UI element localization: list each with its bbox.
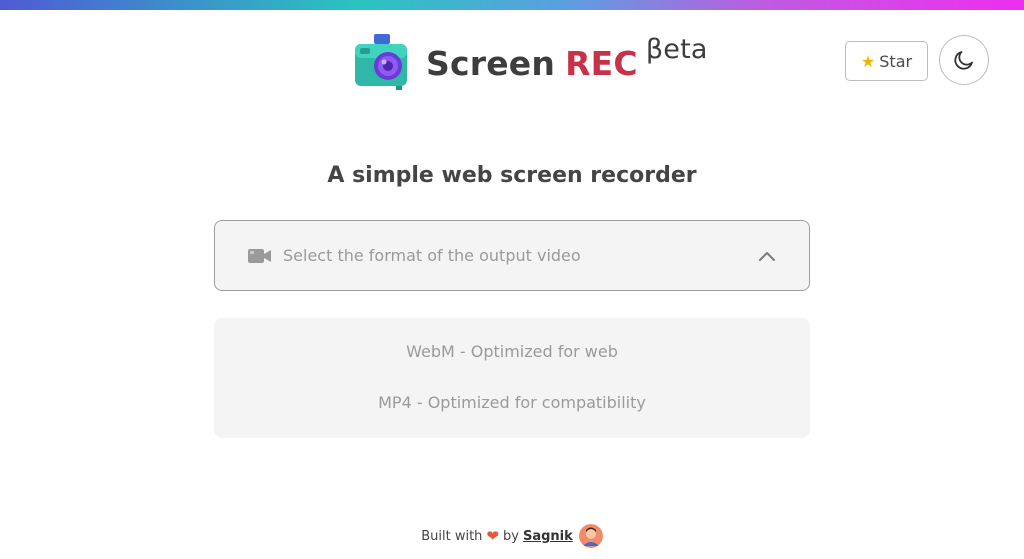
format-select[interactable]: Select the format of the output video (214, 220, 810, 291)
format-options-list: WebM - Optimized for web MP4 - Optimized… (214, 318, 810, 438)
gradient-top-bar (0, 0, 1024, 10)
heart-icon: ❤ (486, 527, 499, 545)
beta-badge: βeta (645, 33, 708, 65)
header: Screen REC βeta ★ Star (0, 10, 1024, 110)
star-icon: ★ (860, 51, 876, 71)
star-label: Star (879, 51, 913, 71)
option-mp4[interactable]: MP4 - Optimized for compatibility (214, 393, 810, 412)
page-subtitle: A simple web screen recorder (327, 163, 697, 188)
camera-icon (355, 34, 407, 90)
brand-primary: Screen (426, 43, 556, 83)
brand-name: Screen REC βeta (426, 34, 708, 83)
theme-toggle-button[interactable] (939, 35, 989, 85)
avatar[interactable] (578, 524, 603, 548)
moon-icon (954, 51, 973, 70)
author-link[interactable]: Sagnik (523, 529, 573, 544)
footer-middle: by (503, 528, 519, 544)
footer-prefix: Built with (421, 528, 483, 544)
brand-accent: REC (565, 43, 638, 83)
option-webm[interactable]: WebM - Optimized for web (214, 342, 810, 361)
format-select-placeholder: Select the format of the output video (283, 246, 581, 265)
footer: Built with ❤ by Sagnik (0, 524, 1024, 548)
brand: Screen REC βeta (352, 30, 708, 96)
video-camera-icon (248, 248, 271, 263)
chevron-up-icon (759, 251, 775, 261)
star-button[interactable]: ★ Star (845, 41, 928, 81)
